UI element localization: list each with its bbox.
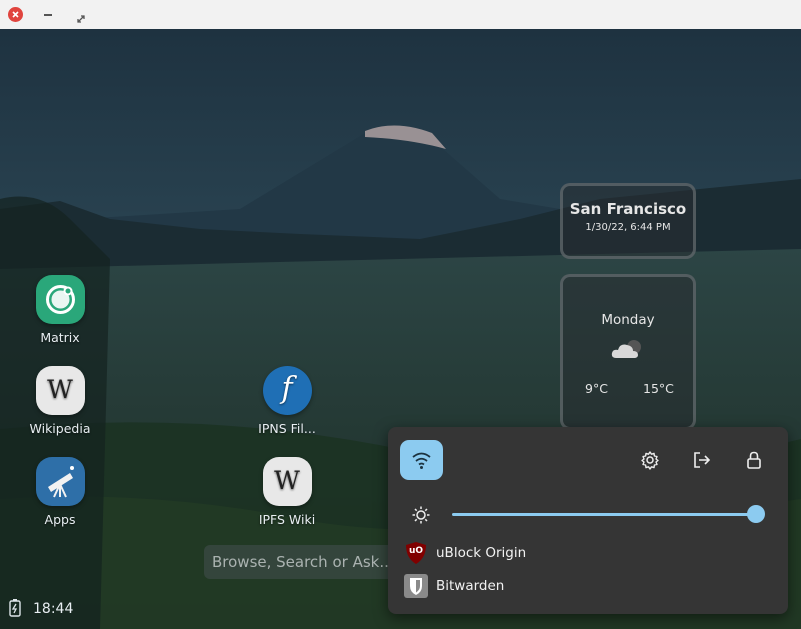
lock-button[interactable] <box>743 449 765 471</box>
app-matrix[interactable]: Matrix <box>20 275 100 345</box>
clock-city: San Francisco <box>569 200 687 218</box>
app-apps[interactable]: Apps <box>20 457 100 527</box>
wifi-toggle-button[interactable] <box>400 440 443 480</box>
quick-settings-panel: uO uBlock Origin Bitwarden <box>388 427 788 614</box>
app-label: IPNS Fil... <box>258 421 316 436</box>
matrix-icon <box>35 275 85 324</box>
minimize-icon[interactable] <box>44 14 52 16</box>
extension-label: uBlock Origin <box>436 545 527 561</box>
wikipedia-glyph: W <box>47 375 73 404</box>
ublock-origin-icon: uO <box>404 541 428 565</box>
weather-high: 15°C <box>643 381 674 396</box>
app-wikipedia[interactable]: W Wikipedia <box>20 366 100 436</box>
app-label: IPFS Wiki <box>258 512 316 527</box>
wikipedia-icon: W <box>35 366 85 415</box>
close-icon[interactable] <box>8 7 23 22</box>
brightness-slider-track[interactable] <box>452 513 756 516</box>
gear-icon <box>641 451 659 470</box>
ublock-origin-glyph: uO <box>408 546 424 556</box>
weather-day: Monday <box>601 312 655 328</box>
extension-label: Bitwarden <box>436 578 505 594</box>
filecoin-glyph: f <box>281 371 293 406</box>
app-ipns-files[interactable]: f IPNS Fil... <box>247 366 327 436</box>
app-ipfs-wiki[interactable]: W IPFS Wiki <box>247 457 327 527</box>
filecoin-icon: f <box>262 366 312 415</box>
app-label: Wikipedia <box>29 421 91 436</box>
search-input[interactable]: Browse, Search or Ask... <box>204 545 394 579</box>
clock-widget[interactable]: San Francisco 1/30/22, 6:44 PM <box>560 183 696 259</box>
wikipedia-icon: W <box>262 457 312 506</box>
lock-icon <box>747 451 761 469</box>
window-titlebar <box>0 0 801 30</box>
battery-charging-icon <box>8 598 22 618</box>
telescope-icon <box>35 457 85 506</box>
logout-icon <box>694 452 711 468</box>
app-label: Apps <box>44 512 76 527</box>
bitwarden-icon <box>404 574 428 598</box>
cloudy-icon <box>608 338 648 360</box>
brightness-icon <box>411 505 431 525</box>
brightness-slider-handle[interactable] <box>747 505 765 523</box>
weather-low: 9°C <box>585 381 608 396</box>
wikipedia-glyph: W <box>274 466 300 495</box>
status-clock[interactable]: 18:44 <box>33 601 73 617</box>
wifi-icon <box>412 452 431 469</box>
app-label: Matrix <box>40 330 80 345</box>
clock-datetime: 1/30/22, 6:44 PM <box>585 222 671 233</box>
weather-widget[interactable]: Monday 9°C 15°C <box>560 274 696 430</box>
settings-button[interactable] <box>639 449 661 471</box>
logout-button[interactable] <box>691 449 713 471</box>
maximize-icon[interactable] <box>76 9 86 28</box>
